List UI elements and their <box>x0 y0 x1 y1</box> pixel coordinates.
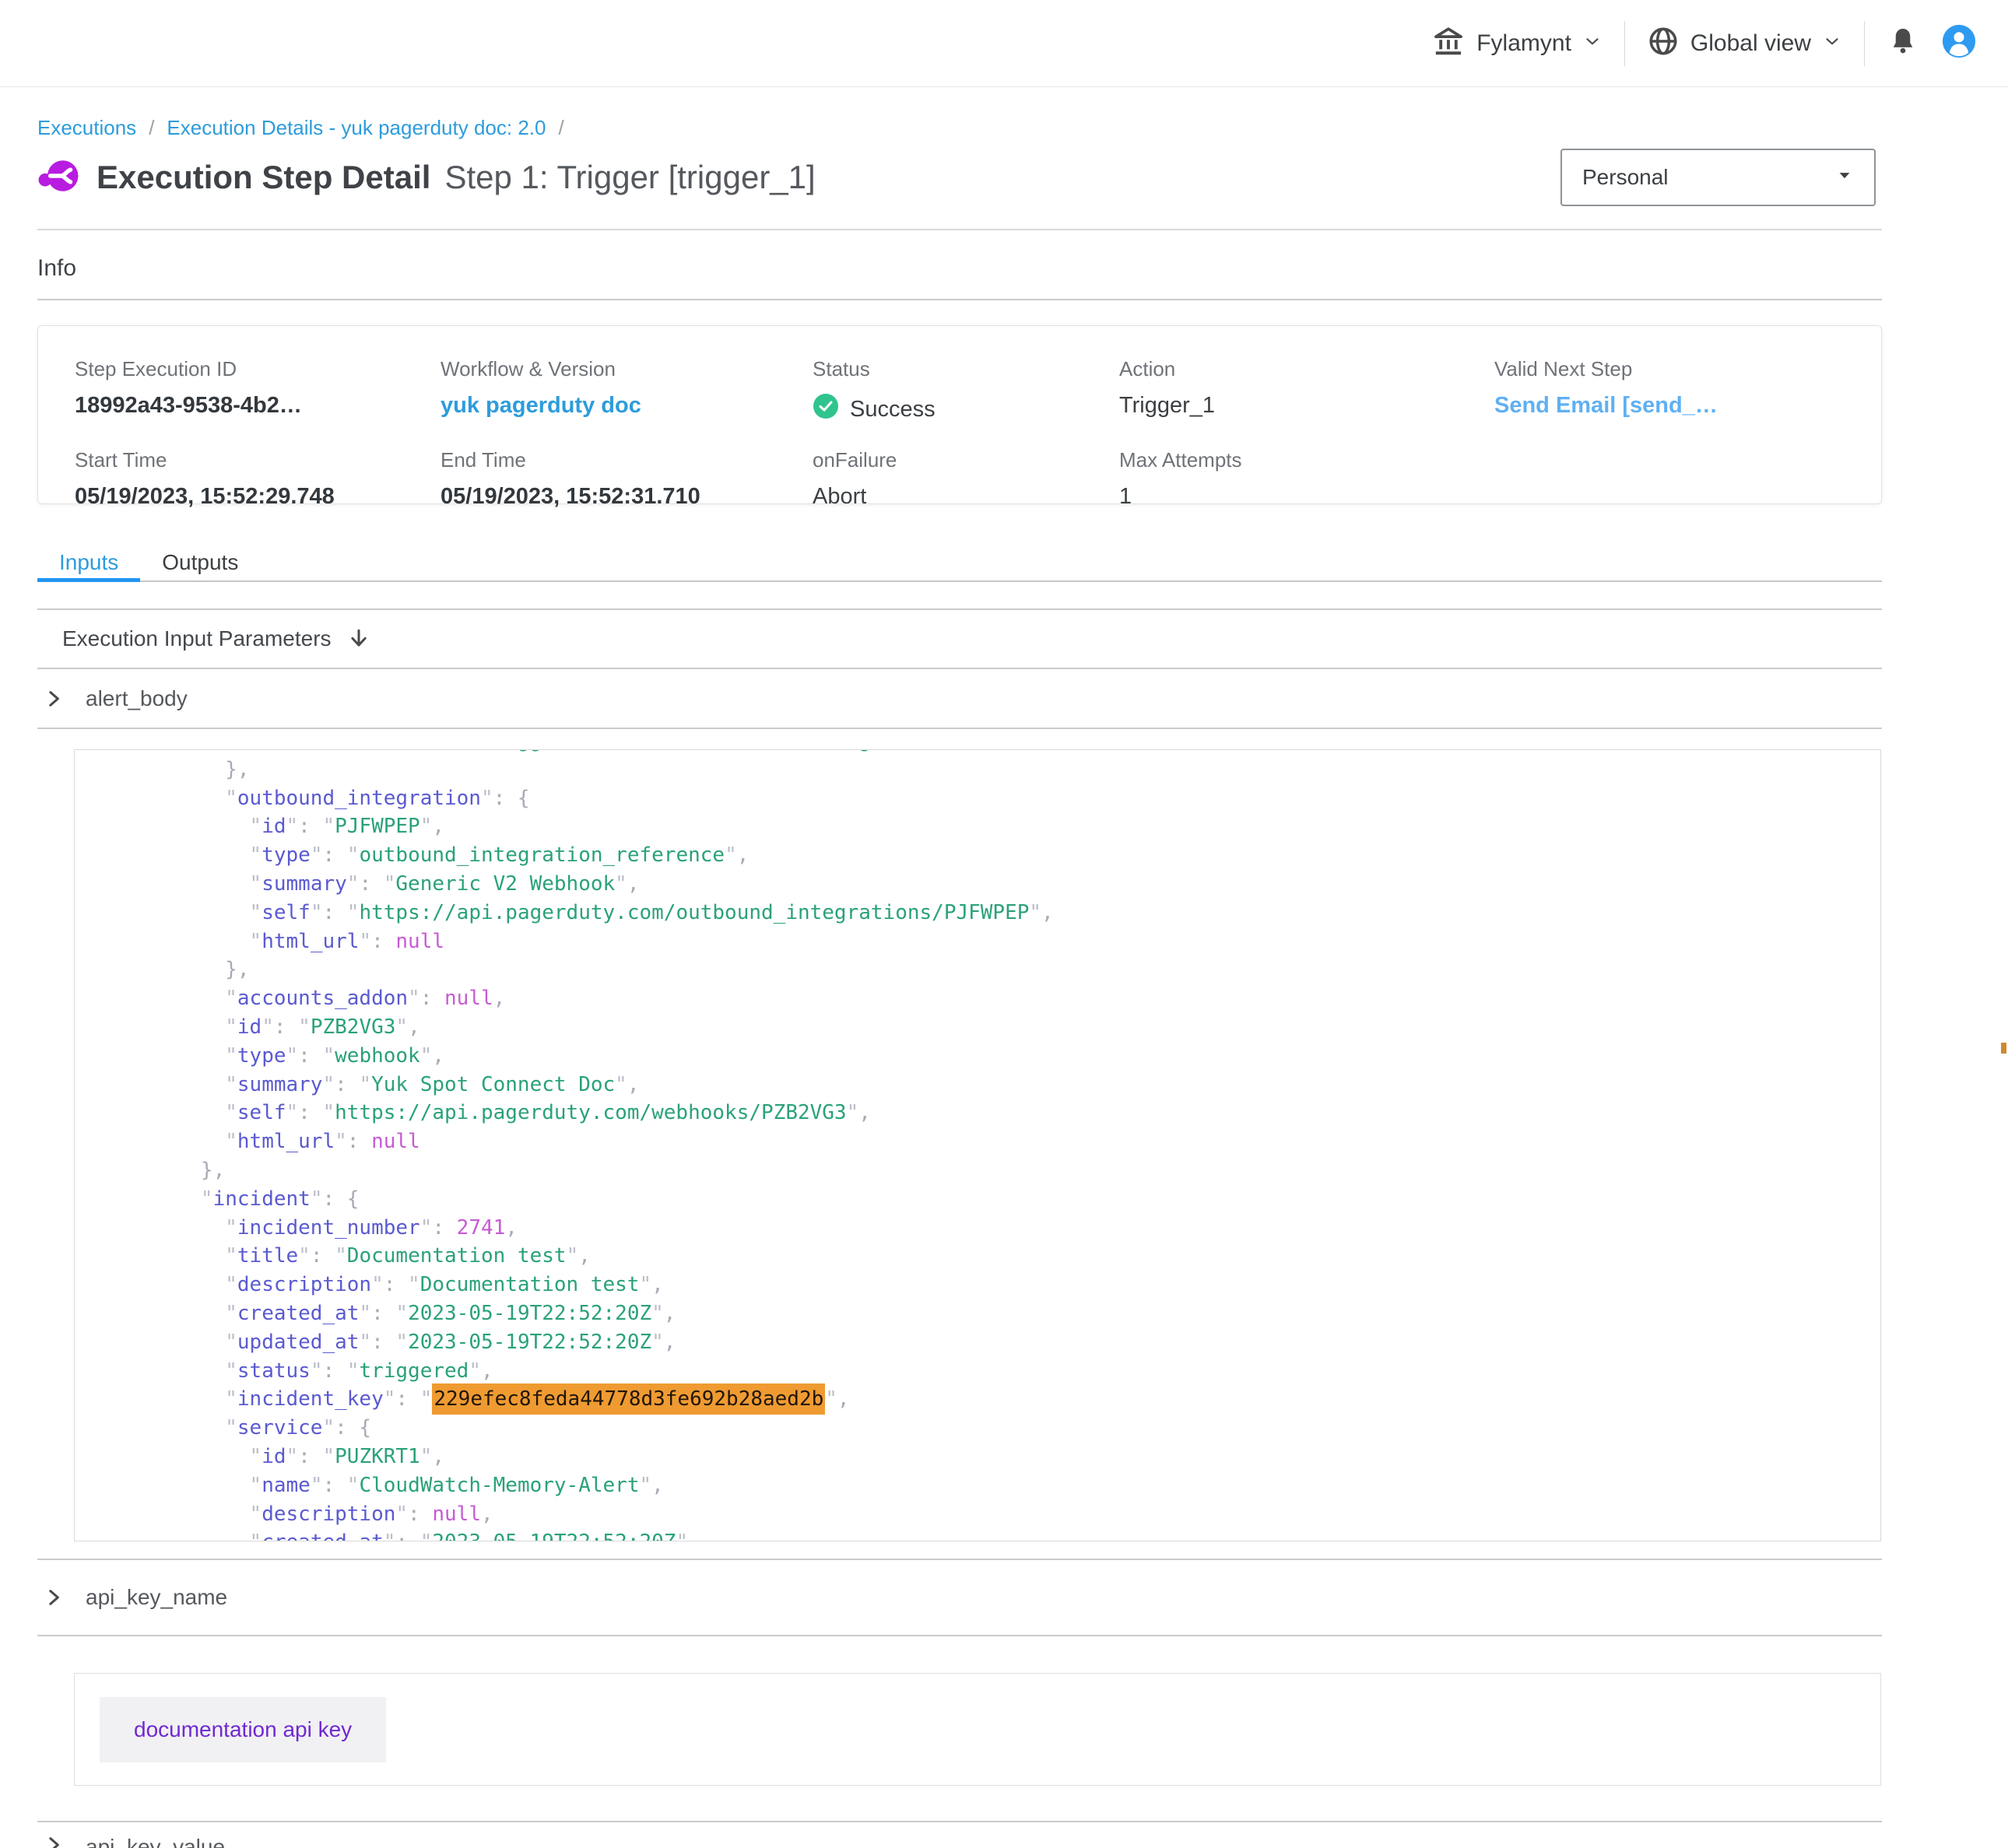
org-menu[interactable]: Fylamynt <box>1431 24 1603 62</box>
chevron-right-icon <box>44 689 64 709</box>
info-field-workflow-version: Workflow & Version yuk pagerduty doc <box>441 357 813 426</box>
info-field-status: Status Success <box>813 357 1119 426</box>
info-field-step-execution-id: Step Execution ID 18992a43-9538-4b2… <box>75 357 441 426</box>
api-key-name-value-panel: documentation api key <box>74 1673 1881 1786</box>
page-header: Execution Step Detail Step 1: Trigger [t… <box>37 154 1882 201</box>
info-field-start-time: Start Time 05/19/2023, 15:52:29.748 <box>75 448 441 510</box>
globe-icon <box>1647 25 1680 61</box>
breadcrumb-executions[interactable]: Executions <box>37 116 136 140</box>
tab-outputs[interactable]: Outputs <box>140 545 260 580</box>
view-menu[interactable]: Global view <box>1647 25 1842 61</box>
param-label: api_key_name <box>86 1585 227 1610</box>
tab-inputs[interactable]: Inputs <box>37 545 140 580</box>
breadcrumb: Executions / Execution Details - yuk pag… <box>37 115 1882 140</box>
workflow-logo-icon <box>37 155 79 201</box>
info-field-valid-next-step: Valid Next Step Send Email [send_… <box>1494 357 1881 426</box>
next-step-link[interactable]: Send Email [send_… <box>1494 393 1881 419</box>
param-row-api-key-name[interactable]: api_key_name <box>37 1560 1882 1635</box>
execution-input-parameters-header: Execution Input Parameters <box>37 610 1882 668</box>
chevron-right-icon <box>44 1587 64 1608</box>
api-key-name-chip: documentation api key <box>100 1697 386 1762</box>
info-field-action: Action Trigger_1 <box>1119 357 1494 426</box>
scrollbar-match-marker <box>2001 1043 2006 1054</box>
divider <box>37 1635 1882 1636</box>
param-label: alert_body <box>86 686 188 711</box>
param-row-api-key-value[interactable]: api_key_value <box>37 1822 1882 1848</box>
topbar-divider <box>1864 21 1865 66</box>
chevron-down-icon <box>1822 31 1842 55</box>
org-label: Fylamynt <box>1476 30 1571 57</box>
breadcrumb-execution-details[interactable]: Execution Details - yuk pagerduty doc: 2… <box>167 116 546 140</box>
page-title: Execution Step Detail <box>97 159 430 196</box>
chevron-right-icon <box>44 1835 64 1848</box>
divider <box>37 229 1882 230</box>
scope-select[interactable]: Personal <box>1560 149 1876 206</box>
divider <box>37 728 1882 729</box>
info-field-max-attempts: Max Attempts 1 <box>1119 448 1494 510</box>
download-arrow-icon[interactable] <box>347 627 370 650</box>
info-heading: Info <box>37 254 1882 283</box>
avatar[interactable] <box>1941 23 1977 63</box>
info-field-onfailure: onFailure Abort <box>813 448 1119 510</box>
section-title: Execution Input Parameters <box>62 626 332 651</box>
top-bar: Fylamynt Global view <box>0 0 2008 87</box>
param-row-alert-body[interactable]: alert_body <box>37 669 1882 728</box>
chevron-down-icon <box>1582 31 1603 55</box>
status-badge: Success <box>850 397 936 423</box>
success-check-icon <box>813 393 839 426</box>
info-card: Step Execution ID 18992a43-9538-4b2… Wor… <box>37 325 1882 504</box>
caret-down-icon <box>1834 164 1855 191</box>
scope-select-value: Personal <box>1582 165 1669 190</box>
topbar-divider <box>1624 21 1625 66</box>
breadcrumb-separator: / <box>149 116 154 140</box>
bank-icon <box>1431 24 1466 62</box>
breadcrumb-separator: / <box>558 116 563 140</box>
info-field-end-time: End Time 05/19/2023, 15:52:31.710 <box>441 448 813 510</box>
param-label: api_key_value <box>86 1835 225 1848</box>
alert-body-json-viewer[interactable]: "events": ["incident.triggered", "incide… <box>74 749 1881 1541</box>
tab-bar: Inputs Outputs <box>37 545 1882 582</box>
workflow-link[interactable]: yuk pagerduty doc <box>441 393 813 419</box>
bell-icon[interactable] <box>1887 25 1919 61</box>
view-label: Global view <box>1690 30 1811 57</box>
json-code: "events": ["incident.triggered", "incide… <box>75 749 1880 1541</box>
page-subtitle: Step 1: Trigger [trigger_1] <box>444 159 815 196</box>
divider <box>37 299 1882 300</box>
